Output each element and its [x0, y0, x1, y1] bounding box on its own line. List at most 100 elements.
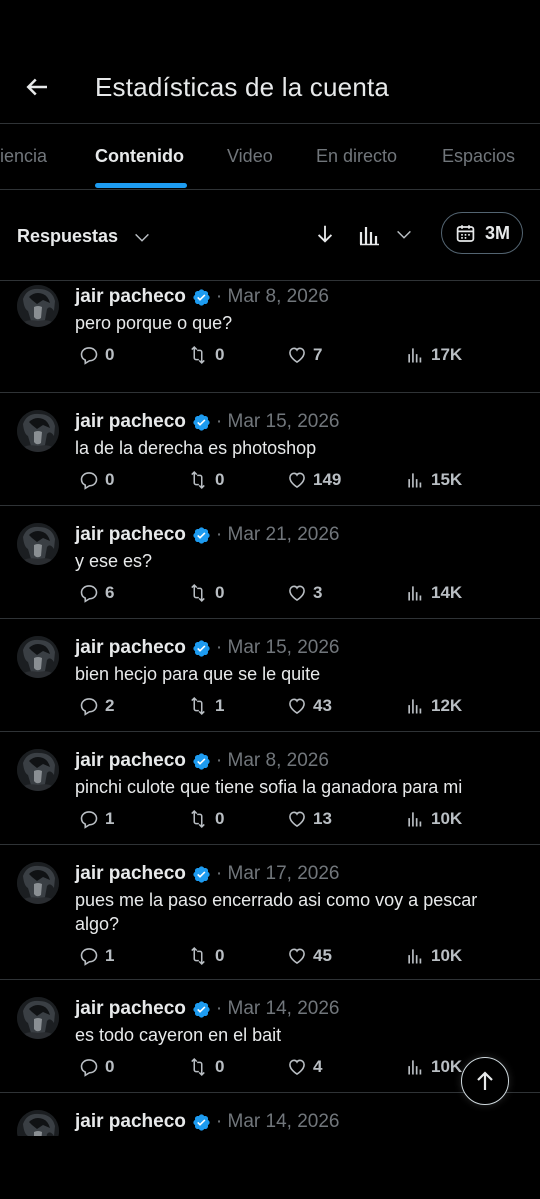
heart-icon	[287, 1057, 313, 1077]
repost-count[interactable]: 0	[187, 1057, 224, 1077]
post-date: · Mar 8, 2026	[215, 750, 329, 771]
avatar[interactable]	[17, 862, 59, 904]
author-name[interactable]: jair pacheco	[75, 998, 186, 1020]
tab-video[interactable]: Video	[227, 146, 273, 167]
post-text: es todo cayeron en el bait	[75, 1025, 282, 1045]
post-item[interactable]: jair pacheco · Mar 8, 2026 pinchi culote…	[0, 732, 540, 845]
scroll-to-top-button[interactable]	[461, 1057, 509, 1105]
view-count[interactable]: 17K	[405, 345, 462, 365]
like-count[interactable]: 7	[287, 345, 322, 365]
repost-icon	[187, 696, 215, 716]
post-stats: 0 0 149 15K	[75, 460, 524, 506]
post-item[interactable]: jair pacheco · Mar 15, 2026 la de la der…	[0, 393, 540, 506]
post-date: · Mar 17, 2026	[215, 863, 340, 884]
chevron-down-icon[interactable]	[133, 228, 151, 246]
reply-icon	[79, 583, 105, 603]
post-stats: 6 0 3 14K	[75, 573, 524, 619]
post-stats: 1 0 45 10K	[75, 936, 524, 982]
avatar[interactable]	[17, 1110, 59, 1136]
reply-count[interactable]: 1	[79, 946, 114, 966]
chevron-down-icon[interactable]	[395, 225, 413, 243]
avatar[interactable]	[17, 997, 59, 1039]
reply-count[interactable]: 0	[79, 470, 114, 490]
post-item[interactable]: jair pacheco · Mar 17, 2026 pues me la p…	[0, 845, 540, 980]
repost-count-value: 1	[215, 696, 225, 715]
view-count[interactable]: 12K	[405, 696, 462, 716]
author-name[interactable]: jair pacheco	[75, 1111, 186, 1133]
like-count-value: 43	[313, 696, 332, 715]
reply-count[interactable]: 0	[79, 345, 114, 365]
verified-badge-icon	[192, 526, 211, 545]
repost-count[interactable]: 0	[187, 583, 224, 603]
reply-count-value: 2	[105, 696, 115, 715]
reply-count[interactable]: 6	[79, 583, 114, 603]
tab-audiencia[interactable]: iencia	[0, 146, 47, 167]
reply-icon	[79, 345, 105, 365]
content-type-dropdown[interactable]: Respuestas	[17, 226, 118, 247]
view-count[interactable]: 14K	[405, 583, 462, 603]
repost-count-value: 0	[215, 583, 225, 602]
view-count[interactable]: 10K	[405, 809, 462, 829]
avatar[interactable]	[17, 523, 59, 565]
reply-count-value: 1	[105, 809, 115, 828]
verified-badge-icon	[192, 413, 211, 432]
repost-icon	[187, 1057, 215, 1077]
post-item[interactable]: jair pacheco · Mar 14, 2026 es todo caye…	[0, 980, 540, 1093]
like-count[interactable]: 45	[287, 946, 332, 966]
post-item[interactable]: jair pacheco · Mar 15, 2026 bien hecjo p…	[0, 619, 540, 732]
repost-count[interactable]: 0	[187, 809, 224, 829]
repost-count[interactable]: 0	[187, 946, 224, 966]
like-count[interactable]: 13	[287, 809, 332, 829]
view-count[interactable]: 15K	[405, 470, 462, 490]
post-item[interactable]: jair pacheco · Mar 8, 2026 pero porque o…	[0, 281, 540, 393]
reply-count-value: 0	[105, 1057, 115, 1076]
author-name[interactable]: jair pacheco	[75, 524, 186, 546]
like-count[interactable]: 149	[287, 470, 341, 490]
tab-en-directo[interactable]: En directo	[316, 146, 397, 167]
repost-count[interactable]: 0	[187, 345, 224, 365]
reply-count[interactable]: 2	[79, 696, 114, 716]
author-name[interactable]: jair pacheco	[75, 286, 186, 308]
calendar-icon	[455, 223, 476, 244]
avatar[interactable]	[17, 410, 59, 452]
post-item[interactable]: jair pacheco · Mar 14, 2026 alguien sabe…	[0, 1093, 540, 1136]
reply-count[interactable]: 1	[79, 809, 114, 829]
tab-contenido[interactable]: Contenido	[95, 146, 184, 167]
author-name[interactable]: jair pacheco	[75, 411, 186, 433]
like-count[interactable]: 4	[287, 1057, 322, 1077]
view-count-value: 15K	[431, 470, 463, 489]
like-count[interactable]: 43	[287, 696, 332, 716]
post-text: pero porque o que?	[75, 313, 233, 333]
repost-count[interactable]: 1	[187, 696, 224, 716]
post-header: jair pacheco · Mar 15, 2026	[75, 634, 524, 662]
author-name[interactable]: jair pacheco	[75, 863, 186, 885]
post-text: pinchi culote que tiene sofia la ganador…	[75, 777, 463, 797]
metric-selector-icon[interactable]	[358, 223, 382, 247]
author-name[interactable]: jair pacheco	[75, 637, 186, 659]
avatar[interactable]	[17, 285, 59, 327]
post-item[interactable]: jair pacheco · Mar 21, 2026 y ese es? 6 …	[0, 506, 540, 619]
avatar[interactable]	[17, 636, 59, 678]
repost-count-value: 0	[215, 809, 225, 828]
views-icon	[405, 345, 431, 365]
post-text: la de la derecha es photoshop	[75, 438, 317, 458]
verified-badge-icon	[192, 1113, 211, 1132]
like-count[interactable]: 3	[287, 583, 322, 603]
reply-count[interactable]: 0	[79, 1057, 114, 1077]
tab-espacios[interactable]: Espacios	[442, 146, 515, 167]
repost-count[interactable]: 0	[187, 470, 224, 490]
repost-icon	[187, 345, 215, 365]
sort-descending-icon[interactable]	[314, 223, 336, 245]
view-count[interactable]: 10K	[405, 1057, 462, 1077]
author-name[interactable]: jair pacheco	[75, 750, 186, 772]
reply-icon	[79, 809, 105, 829]
avatar[interactable]	[17, 749, 59, 791]
date-range-button[interactable]: 3M	[441, 212, 523, 254]
view-count[interactable]: 10K	[405, 946, 462, 966]
back-arrow-icon[interactable]	[22, 72, 52, 102]
arrow-up-icon	[477, 1071, 493, 1090]
repost-count-value: 0	[215, 470, 225, 489]
repost-count-value: 0	[215, 345, 225, 364]
reply-icon	[79, 1057, 105, 1077]
view-count-value: 10K	[431, 946, 463, 965]
